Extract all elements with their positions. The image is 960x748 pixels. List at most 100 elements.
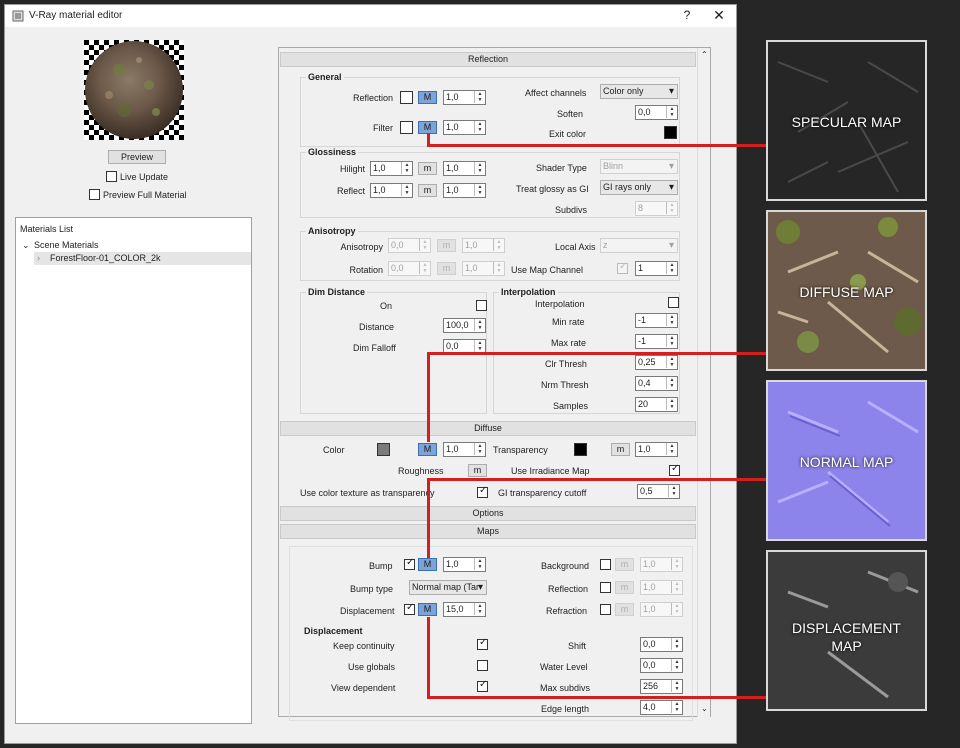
transparency-amount-spinner[interactable]: 1,0 [635, 442, 678, 457]
min-rate-label: Min rate [552, 317, 585, 327]
bump-amount-spinner[interactable]: 1,0 [443, 557, 486, 572]
scene-materials-node[interactable]: Scene Materials [34, 240, 99, 250]
subdivs-spinner[interactable]: 8 [635, 201, 678, 216]
max-subdivs-spinner[interactable]: 256 [640, 679, 683, 694]
rotation-amount-spinner[interactable]: 1,0 [462, 261, 505, 276]
distance-spinner[interactable]: 100,0 [443, 318, 486, 333]
anisotropy-label: Anisotropy [340, 242, 383, 252]
use-map-channel-checkbox[interactable] [617, 261, 628, 274]
reflect-glossiness-spinner[interactable]: 1,0 [370, 183, 413, 198]
background-amount-spinner[interactable]: 1,0 [640, 557, 683, 572]
reflection-map-button[interactable]: M [418, 91, 437, 104]
hilight-map-button[interactable]: m [418, 162, 437, 175]
rotation-map-button[interactable]: m [437, 262, 456, 275]
material-list-item[interactable]: › ForestFloor-01_COLOR_2k [34, 252, 251, 265]
hilight-amount-spinner[interactable]: 1,0 [443, 161, 486, 176]
displacement-map-button[interactable]: M [418, 603, 437, 616]
chevron-down-icon[interactable]: ⌄ [22, 240, 30, 251]
preview-button[interactable]: Preview [108, 150, 166, 164]
shift-spinner[interactable]: 0,0 [640, 637, 683, 652]
anisotropy-spinner[interactable]: 0,0 [388, 238, 431, 253]
bump-type-select[interactable]: Normal map (Tar [409, 580, 487, 595]
samples-spinner[interactable]: 20 [635, 397, 678, 412]
anisotropy-map-button[interactable]: m [437, 239, 456, 252]
displacement-title: Displacement [304, 626, 363, 636]
roughness-map-button[interactable]: m [468, 464, 487, 477]
reflect-amount-spinner[interactable]: 1,0 [443, 183, 486, 198]
dim-on-checkbox[interactable] [476, 300, 487, 311]
treat-glossy-select[interactable]: GI rays only [600, 180, 678, 195]
transparency-label: Transparency [493, 445, 548, 455]
water-level-spinner[interactable]: 0,0 [640, 658, 683, 673]
reflection-map-checkbox[interactable] [600, 582, 611, 593]
interpolation-checkbox[interactable] [668, 297, 679, 308]
background-checkbox[interactable] [600, 559, 611, 570]
edge-length-spinner[interactable]: 4,0 [640, 700, 683, 715]
local-axis-select[interactable]: z [600, 238, 678, 253]
shader-type-select[interactable]: Blinn [600, 159, 678, 174]
preview-sphere-image [84, 40, 184, 140]
min-rate-spinner[interactable]: -1 [635, 313, 678, 328]
filter-color-swatch[interactable] [400, 121, 413, 134]
edge-length-label: Edge length [541, 704, 590, 714]
live-update-label: Live Update [120, 172, 169, 182]
preview-full-material-checkbox[interactable] [89, 189, 100, 200]
section-options[interactable]: Options [280, 506, 696, 521]
use-irradiance-checkbox[interactable] [669, 463, 680, 476]
scroll-up-icon[interactable]: ⌃ [701, 50, 708, 59]
nrm-thresh-spinner[interactable]: 0,4 [635, 376, 678, 391]
bump-map-button[interactable]: M [418, 558, 437, 571]
refraction-map-button[interactable]: m [615, 603, 634, 616]
transparency-color-swatch[interactable] [574, 443, 587, 456]
clr-thresh-spinner[interactable]: 0,25 [635, 355, 678, 370]
background-map-button[interactable]: m [615, 558, 634, 571]
diffuse-map-thumbnail: DIFFUSE MAP [766, 210, 927, 371]
diffuse-color-label: Color [323, 445, 345, 455]
shader-type-label: Shader Type [536, 163, 587, 173]
use-globals-checkbox[interactable] [477, 660, 488, 671]
rotation-spinner[interactable]: 0,0 [388, 261, 431, 276]
max-rate-spinner[interactable]: -1 [635, 334, 678, 349]
reflection-color-swatch[interactable] [400, 91, 413, 104]
diffuse-map-button[interactable]: M [418, 443, 437, 456]
diffuse-map-label: DIFFUSE MAP [799, 284, 894, 300]
displacement-checkbox[interactable] [404, 602, 415, 615]
properties-scrollbar[interactable]: ⌃ ⌄ [697, 48, 710, 717]
reflection-slot-map-button[interactable]: m [615, 581, 634, 594]
refraction-checkbox[interactable] [600, 604, 611, 615]
live-update-checkbox[interactable] [106, 171, 117, 182]
scroll-down-icon[interactable]: ⌄ [701, 704, 708, 713]
specular-map-label: SPECULAR MAP [791, 114, 902, 130]
soften-spinner[interactable]: 0,0 [635, 105, 678, 120]
keep-continuity-checkbox[interactable] [477, 637, 488, 650]
exit-color-swatch[interactable] [664, 126, 677, 139]
bump-checkbox[interactable] [404, 557, 415, 570]
reflection-slot-spinner[interactable]: 1,0 [640, 580, 683, 595]
section-maps[interactable]: Maps [280, 524, 696, 539]
help-button[interactable]: ? [680, 8, 694, 22]
view-dependent-checkbox[interactable] [477, 679, 488, 692]
reflection-amount-spinner[interactable]: 1,0 [443, 90, 486, 105]
section-reflection[interactable]: Reflection [280, 52, 696, 67]
use-irradiance-label: Use Irradiance Map [511, 466, 590, 476]
anisotropy-amount-spinner[interactable]: 1,0 [462, 238, 505, 253]
map-channel-spinner[interactable]: 1 [635, 261, 678, 276]
use-color-texture-checkbox[interactable] [477, 485, 488, 498]
gi-cutoff-spinner[interactable]: 0,5 [637, 484, 680, 499]
diffuse-color-swatch[interactable] [377, 443, 390, 456]
local-axis-label: Local Axis [555, 242, 596, 252]
filter-label: Filter [373, 123, 393, 133]
chevron-right-icon[interactable]: › [37, 253, 40, 263]
displacement-map-thumbnail: DISPLACEMENT MAP [766, 550, 927, 711]
displacement-amount-spinner[interactable]: 15,0 [443, 602, 486, 617]
section-diffuse[interactable]: Diffuse [280, 421, 696, 436]
connector-line [427, 144, 767, 147]
filter-amount-spinner[interactable]: 1,0 [443, 120, 486, 135]
diffuse-amount-spinner[interactable]: 1,0 [443, 442, 486, 457]
transparency-map-button[interactable]: m [611, 443, 630, 456]
affect-channels-select[interactable]: Color only [600, 84, 678, 99]
refraction-amount-spinner[interactable]: 1,0 [640, 602, 683, 617]
reflect-map-button[interactable]: m [418, 184, 437, 197]
hilight-glossiness-spinner[interactable]: 1,0 [370, 161, 413, 176]
close-button[interactable]: ✕ [711, 7, 727, 24]
